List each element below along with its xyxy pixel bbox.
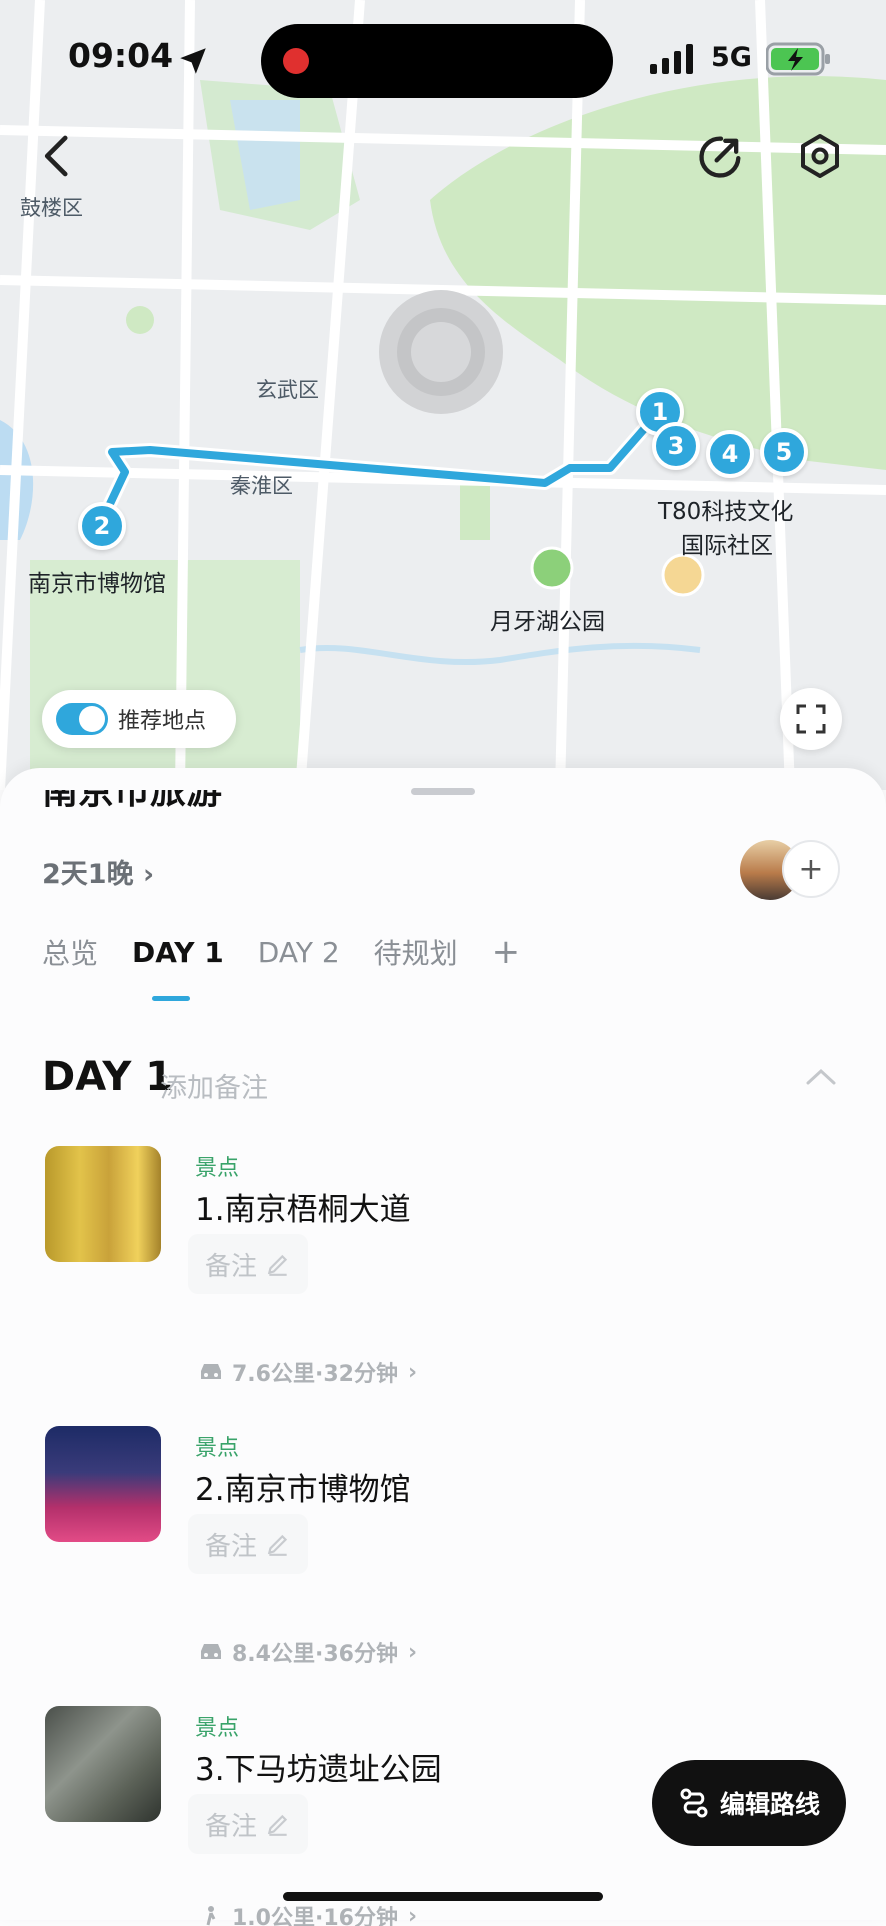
map-label-district: 玄武区 <box>256 378 319 402</box>
recommend-places-toggle[interactable]: 推荐地点 <box>42 690 236 748</box>
place-name: 2.南京市博物馆 <box>195 1472 411 1508</box>
toggle-switch[interactable] <box>56 703 108 735</box>
day-tabs: 总览 DAY 1 DAY 2 待规划 + <box>42 932 554 972</box>
home-indicator <box>283 1892 603 1901</box>
place-category: 景点 <box>195 1716 240 1741</box>
route-icon <box>680 1788 708 1818</box>
place-category: 景点 <box>195 1436 240 1461</box>
settings-icon <box>801 134 839 178</box>
sheet-drag-handle[interactable] <box>411 788 475 795</box>
map-label-poi: 南京市博物馆 <box>28 571 166 597</box>
edit-route-label: 编辑路线 <box>719 1790 820 1819</box>
chevron-up-icon[interactable] <box>805 1066 837 1086</box>
note-button[interactable]: 备注 <box>188 1514 308 1574</box>
map-pin[interactable]: 2 <box>78 502 126 550</box>
map-view[interactable]: 鼓楼区 玄武区 秦淮区 南京市博物馆 T80科技文化 国际社区 月牙湖公园 1 … <box>0 0 886 790</box>
note-label: 备注 <box>204 1531 257 1562</box>
route-segment[interactable]: 1.0公里·16分钟 › <box>198 1906 417 1926</box>
pencil-icon <box>267 1534 288 1556</box>
car-icon <box>201 1644 221 1659</box>
add-day-button[interactable]: + <box>492 932 521 972</box>
chevron-right-icon: › <box>407 1906 418 1926</box>
car-icon <box>201 1364 221 1379</box>
trip-title: 南京市旅游 <box>42 790 223 812</box>
tab-day-2[interactable]: DAY 2 <box>258 936 340 969</box>
settings-button[interactable] <box>790 126 850 186</box>
map-label-district: 鼓楼区 <box>20 196 83 220</box>
pencil-icon <box>267 1814 288 1836</box>
route-distance-time: 1.0公里·16分钟 <box>232 1906 398 1926</box>
route-segment[interactable]: 8.4公里·36分钟 › <box>198 1636 417 1668</box>
place-thumbnail <box>45 1146 161 1262</box>
day-note-input[interactable]: 添加备注 <box>160 1066 268 1105</box>
chevron-left-icon <box>44 135 68 177</box>
recording-indicator <box>283 48 309 74</box>
walk-icon <box>206 1906 216 1926</box>
tab-to-plan[interactable]: 待规划 <box>374 932 458 972</box>
note-label: 备注 <box>204 1251 257 1282</box>
place-category: 景点 <box>195 1156 240 1181</box>
itinerary-sheet: 南京市旅游 2天1晚 › + 总览 DAY 1 DAY 2 待规划 + DAY … <box>0 768 886 1926</box>
map-label-poi: T80科技文化 <box>658 499 794 525</box>
place-thumbnail <box>45 1706 161 1822</box>
map-pin[interactable]: 3 <box>652 422 700 470</box>
map-label-district: 秦淮区 <box>230 474 293 498</box>
map-background <box>0 0 886 790</box>
share-button[interactable] <box>691 126 751 186</box>
route-distance-time: 8.4公里·36分钟 <box>232 1642 398 1667</box>
fullscreen-button[interactable] <box>780 688 842 750</box>
map-label-poi: 国际社区 <box>681 533 773 559</box>
add-member-button[interactable]: + <box>782 840 840 898</box>
battery-charging-icon <box>766 42 830 76</box>
map-pin[interactable]: 5 <box>760 428 808 476</box>
tab-overview[interactable]: 总览 <box>42 932 98 972</box>
map-label-poi: 月牙湖公园 <box>490 609 605 635</box>
fullscreen-icon <box>796 704 826 734</box>
back-button[interactable] <box>28 126 88 186</box>
status-time: 09:04 <box>68 36 174 75</box>
map-pin[interactable]: 4 <box>706 430 754 478</box>
day-heading: DAY 1 <box>42 1054 174 1100</box>
route-segment[interactable]: 7.6公里·32分钟 › <box>198 1356 417 1388</box>
network-type: 5G <box>711 42 752 73</box>
tab-day-1[interactable]: DAY 1 <box>132 936 224 969</box>
chevron-right-icon: › <box>407 1359 418 1385</box>
edit-route-button[interactable]: 编辑路线 <box>652 1760 846 1846</box>
pencil-icon <box>267 1254 288 1276</box>
place-thumbnail <box>45 1426 161 1542</box>
active-tab-indicator <box>152 996 190 1001</box>
signal-icon <box>650 44 693 74</box>
recommend-places-label: 推荐地点 <box>118 709 207 734</box>
place-name: 3.下马坊遗址公园 <box>195 1752 442 1788</box>
place-name: 1.南京梧桐大道 <box>195 1192 411 1228</box>
note-button[interactable]: 备注 <box>188 1234 308 1294</box>
route-distance-time: 7.6公里·32分钟 <box>232 1362 398 1387</box>
share-icon <box>699 136 741 178</box>
dynamic-island <box>261 24 613 98</box>
note-button[interactable]: 备注 <box>188 1794 308 1854</box>
note-label: 备注 <box>204 1811 257 1842</box>
location-arrow-icon <box>180 48 206 74</box>
chevron-right-icon: › <box>407 1639 418 1665</box>
trip-duration-link[interactable]: 2天1晚 › <box>42 852 154 891</box>
